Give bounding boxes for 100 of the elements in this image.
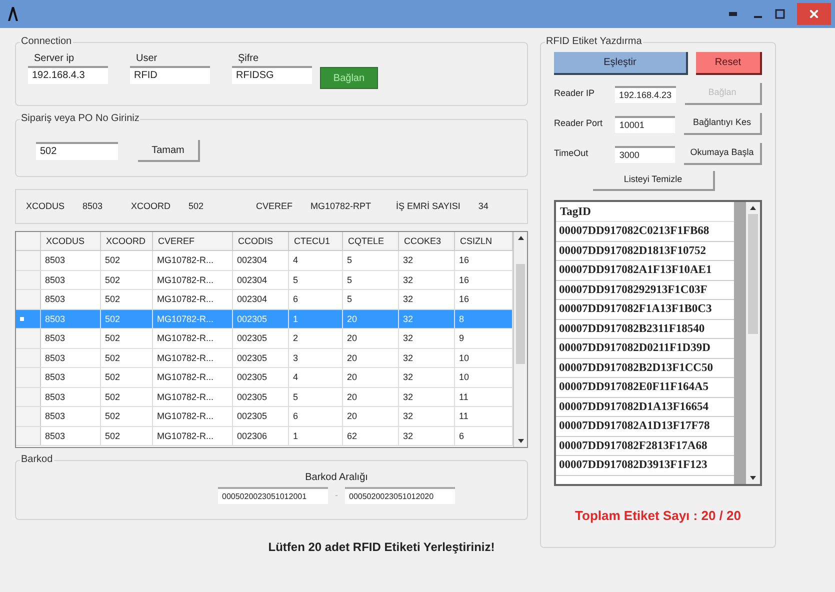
table-cell: 502 [101,310,153,328]
total-count: Toplam Etiket Sayı : 20 / 20 [575,507,741,525]
table-cell: MG10782-R... [153,251,233,270]
table-row[interactable]: 8503 502 MG10782-R... 002306 1 62 32 6 [16,426,513,446]
table-cell: MG10782-R... [153,329,233,348]
table-cell: 502 [101,290,153,308]
close-button[interactable] [797,3,831,25]
table-cell: 002304 [233,251,289,270]
table-cell: MG10782-R... [153,270,233,289]
table-cell: 002304 [233,270,289,289]
table-row[interactable]: 8503 502 MG10782-R... 002305 2 20 32 9 [16,329,513,348]
column-header[interactable]: CCOKE3 [399,232,455,250]
table-cell: 6 [289,407,343,426]
table-cell: MG10782-R... [153,348,233,367]
action-button[interactable]: Eşleştir [554,52,688,75]
table-cell: MG10782-R... [153,426,233,445]
table-cell: 8503 [41,290,101,308]
table-cell: 32 [399,329,455,348]
table-cell: 502 [101,388,153,406]
scroll-thumb[interactable] [734,202,746,484]
table-cell: MG10782-R... [153,368,233,386]
range-label: Barkod Aralığı [305,471,368,485]
table-row[interactable]: 8503 502 MG10782-R... 002304 5 5 32 16 [16,270,513,290]
text-field[interactable]: RFID [130,66,210,84]
table-cell: 8503 [41,407,101,426]
table-cell: 32 [399,251,455,270]
info-label: XCODUS [26,200,65,213]
column-header[interactable]: XCOORD [101,232,153,250]
table-cell: 1 [289,426,343,445]
table-cell: 32 [399,270,455,289]
table-cell: 8503 [41,426,101,445]
text-field[interactable]: 0005020023051012020 [345,487,455,504]
text-field[interactable]: 3000 [615,146,676,162]
table-cell: 5 [289,388,343,406]
text-field[interactable]: RFIDSG [232,66,312,84]
text-field[interactable]: 502 [36,142,118,160]
text-field[interactable]: 0005020023051012001 [218,487,328,504]
table-cell: 8503 [41,329,101,348]
pin-icon[interactable] [729,11,737,17]
table-row[interactable]: 8503 502 MG10782-R... 002305 4 20 32 10 [16,368,513,388]
table-row[interactable]: 8503 502 MG10782-R... 002304 4 5 32 16 [16,251,513,270]
table-cell: 20 [343,310,399,328]
scrollbar[interactable] [746,202,760,484]
table-cell: 3 [289,348,343,367]
column-header[interactable]: CTECU1 [289,232,343,250]
table-cell: MG10782-R... [153,388,233,406]
table-cell: 002305 [233,388,289,406]
action-button[interactable]: Reset [696,52,762,75]
column-header[interactable]: CCODIS [233,232,289,250]
table-cell: MG10782-R... [153,310,233,328]
table-row[interactable]: 8503 502 MG10782-R... 002305 5 20 32 11 [16,388,513,407]
column-header[interactable]: CQTELE [343,232,399,250]
info-value: MG10782-RPT [310,200,372,213]
info-label: CVEREF [256,200,293,213]
table-cell: 32 [399,310,455,328]
table-cell: 6 [289,290,343,308]
table-cell: 8503 [41,388,101,406]
table-cell: 20 [343,368,399,386]
table-row[interactable]: 8503 502 MG10782-R... 002305 3 20 32 10 [16,348,513,368]
text-field[interactable]: 192.168.4.3 [28,66,108,84]
ok-button[interactable]: Tamam [138,140,200,162]
table-cell: 5 [343,290,399,308]
table-cell: 002305 [233,407,289,426]
scroll-thumb[interactable] [748,214,758,334]
range-separator: - [334,488,339,502]
info-value: 34 [478,200,488,213]
column-header[interactable]: XCODUS [41,232,101,250]
table-cell: 8503 [41,348,101,367]
info-label: XCOORD [131,200,171,213]
table-cell: 20 [343,407,399,426]
reader-button[interactable]: Okumaya Başla [684,143,762,165]
column-header[interactable]: CVEREF [153,232,233,250]
table-cell: 20 [343,348,399,367]
scrollbar[interactable] [513,232,527,447]
scroll-thumb[interactable] [516,264,525,364]
field-label: TimeOut [554,147,590,160]
table-row[interactable]: 8503 502 MG10782-R... 002305 6 20 32 11 [16,407,513,426]
table-cell: 502 [101,348,153,367]
info-value: 502 [188,200,204,213]
table-cell: 002306 [233,426,289,445]
table-cell: 502 [101,368,153,386]
table-cell: 002305 [233,348,289,367]
maximize-icon[interactable] [775,9,785,19]
table-cell: 2 [289,329,343,348]
text-field[interactable]: 10001 [615,116,676,132]
table-cell: 002305 [233,329,289,348]
table-cell: 502 [101,407,153,426]
reader-button[interactable]: Bağlantıyı Kes [684,113,762,135]
group-title: Sipariş veya PO No Giriniz [20,113,140,125]
clear-list-button[interactable]: Listeyi Temizle [593,171,715,191]
table-cell: MG10782-R... [153,407,233,426]
table-cell: 32 [399,388,455,406]
table-cell: 62 [343,426,399,445]
table-cell: 4 [289,368,343,386]
info-value: 8503 [82,200,103,213]
instruction-message: Lütfen 20 adet RFID Etiketi Yerleştiriniz! [268,539,495,556]
table-cell: 4 [289,251,343,270]
table-cell: 20 [343,388,399,406]
close-icon [810,10,818,18]
table-cell: 502 [101,251,153,270]
